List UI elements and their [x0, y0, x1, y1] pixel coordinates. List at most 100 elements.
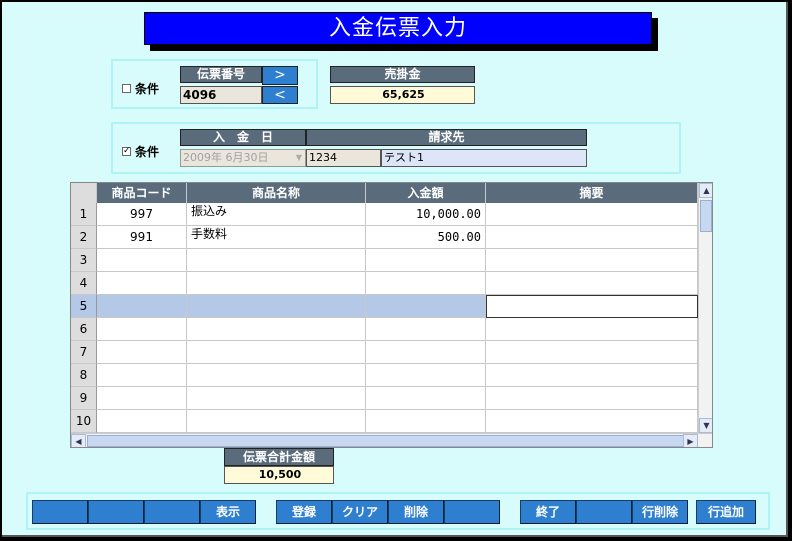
scroll-right-icon[interactable]: ▶ [683, 434, 698, 447]
cell-code[interactable] [97, 295, 187, 318]
cell-code[interactable] [97, 364, 187, 387]
delete-row-button[interactable]: 行削除 [632, 500, 688, 524]
row-number: 6 [71, 318, 97, 341]
checkmark-icon[interactable]: ✓ [122, 147, 131, 156]
table-row[interactable]: 5 [71, 295, 698, 318]
previous-voucher-button[interactable]: < [262, 86, 298, 104]
cell-name[interactable] [187, 272, 366, 295]
cell-code[interactable] [97, 318, 187, 341]
voucher-condition-checkbox[interactable]: 条件 [122, 80, 159, 97]
row-number: 9 [71, 387, 97, 410]
table-row[interactable]: 9 [71, 387, 698, 410]
scroll-up-icon[interactable]: ▲ [699, 183, 712, 198]
horizontal-scrollbar[interactable]: ◀ ▶ [71, 433, 712, 447]
column-header-code[interactable]: 商品コード [97, 183, 187, 203]
cell-memo[interactable] [486, 410, 698, 433]
table-row[interactable]: 3 [71, 249, 698, 272]
next-voucher-button[interactable]: > [262, 66, 298, 85]
deposit-date-value: 2009年 6月30日 [183, 151, 269, 164]
cell-code[interactable]: 991 [97, 226, 187, 249]
table-row[interactable]: 2 991 手数料 500.00 [71, 226, 698, 249]
cell-amount[interactable] [366, 387, 486, 410]
cell-amount[interactable] [366, 410, 486, 433]
cell-memo[interactable] [486, 249, 698, 272]
checkbox-unchecked-icon[interactable] [122, 84, 131, 93]
receivable-value: 65,625 [330, 86, 475, 104]
table-row[interactable]: 1 997 振込み 10,000.00 [71, 203, 698, 226]
cell-name[interactable] [187, 249, 366, 272]
table-row[interactable]: 7 [71, 341, 698, 364]
cell-memo[interactable] [486, 203, 698, 226]
function-button-8[interactable] [444, 500, 500, 524]
cell-memo[interactable] [486, 226, 698, 249]
deposit-date-picker[interactable]: 2009年 6月30日 ▼ [180, 149, 306, 167]
cell-amount[interactable]: 500.00 [366, 226, 486, 249]
cell-code[interactable] [97, 410, 187, 433]
cell-name[interactable]: 手数料 [187, 226, 366, 249]
table-row[interactable]: 8 [71, 364, 698, 387]
voucher-condition-label: 条件 [135, 82, 160, 96]
deposit-condition-checkbox[interactable]: ✓ 条件 [122, 143, 159, 160]
add-row-button[interactable]: 行追加 [696, 500, 756, 524]
cell-memo[interactable] [486, 318, 698, 341]
column-header-memo[interactable]: 摘要 [486, 183, 698, 203]
cell-memo[interactable] [486, 295, 698, 318]
table-row[interactable]: 6 [71, 318, 698, 341]
cell-code[interactable] [97, 249, 187, 272]
chevron-down-icon[interactable]: ▼ [296, 150, 302, 166]
cell-name[interactable] [187, 341, 366, 364]
cell-memo[interactable] [486, 272, 698, 295]
row-number: 3 [71, 249, 97, 272]
cell-code[interactable] [97, 341, 187, 364]
voucher-number-field[interactable]: 4096 [180, 86, 262, 104]
deposit-date-header: 入 金 日 [180, 129, 306, 146]
scroll-down-icon[interactable]: ▼ [699, 418, 712, 433]
cell-name[interactable] [187, 295, 366, 318]
cell-code[interactable] [97, 387, 187, 410]
total-amount-header: 伝票合計金額 [224, 448, 334, 466]
display-button[interactable]: 表示 [200, 500, 256, 524]
row-number: 7 [71, 341, 97, 364]
function-button-10[interactable] [576, 500, 632, 524]
register-button[interactable]: 登録 [276, 500, 332, 524]
table-row[interactable]: 4 [71, 272, 698, 295]
total-amount-value: 10,500 [224, 466, 334, 484]
cell-amount[interactable] [366, 341, 486, 364]
form-title: 入金伝票入力 [144, 12, 652, 45]
function-button-1[interactable] [32, 500, 88, 524]
vertical-scrollbar[interactable]: ▲ ▼ [698, 183, 712, 433]
cell-name[interactable] [187, 410, 366, 433]
cell-code[interactable]: 997 [97, 203, 187, 226]
vertical-scroll-thumb[interactable] [700, 200, 712, 232]
billing-code-field[interactable]: 1234 [306, 149, 381, 167]
function-button-2[interactable] [88, 500, 144, 524]
cell-code[interactable] [97, 272, 187, 295]
table-row[interactable]: 10 [71, 410, 698, 433]
row-number: 4 [71, 272, 97, 295]
cell-name[interactable] [187, 387, 366, 410]
cell-name[interactable] [187, 318, 366, 341]
column-header-name[interactable]: 商品名称 [187, 183, 366, 203]
cell-memo[interactable] [486, 364, 698, 387]
cell-amount[interactable] [366, 295, 486, 318]
scroll-left-icon[interactable]: ◀ [71, 434, 86, 447]
billing-header: 請求先 [306, 129, 587, 146]
cell-amount[interactable] [366, 249, 486, 272]
column-header-amount[interactable]: 入金額 [366, 183, 486, 203]
deposit-condition-label: 条件 [135, 145, 160, 159]
horizontal-scroll-thumb[interactable] [87, 435, 684, 447]
row-number: 1 [71, 203, 97, 226]
cell-amount[interactable] [366, 364, 486, 387]
cell-memo[interactable] [486, 341, 698, 364]
cell-amount[interactable] [366, 272, 486, 295]
cell-memo[interactable] [486, 387, 698, 410]
cell-name[interactable]: 振込み [187, 203, 366, 226]
row-number: 10 [71, 410, 97, 433]
delete-button[interactable]: 削除 [388, 500, 444, 524]
function-button-3[interactable] [144, 500, 200, 524]
exit-button[interactable]: 終了 [520, 500, 576, 524]
clear-button[interactable]: クリア [332, 500, 388, 524]
cell-name[interactable] [187, 364, 366, 387]
cell-amount[interactable]: 10,000.00 [366, 203, 486, 226]
cell-amount[interactable] [366, 318, 486, 341]
